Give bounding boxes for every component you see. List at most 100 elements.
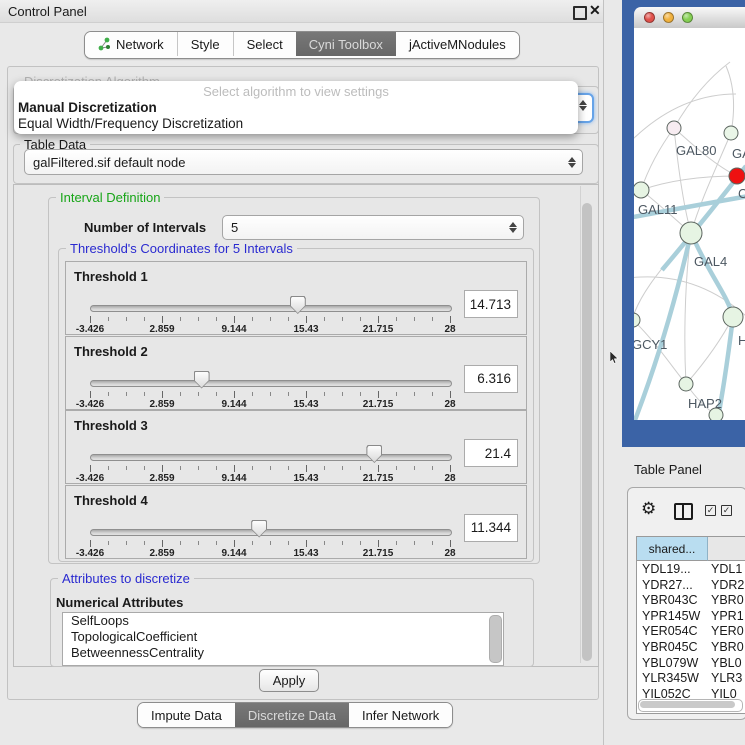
network-node[interactable] (667, 121, 681, 135)
threshold-value-field[interactable]: 6.316 (464, 365, 518, 393)
table-data-combobox[interactable]: galFiltered.sif default node (24, 149, 583, 175)
thresholds-groupbox: Threshold 1 -3.426 2.859 9.144 15.43 21.715 2… (58, 248, 534, 562)
list-scrollbar-thumb[interactable] (489, 615, 502, 663)
table-row[interactable]: YBR045CYBR0 (637, 639, 745, 655)
settings-scrollbar-thumb[interactable] (582, 203, 592, 661)
tab-impute-data[interactable]: Impute Data (138, 703, 235, 727)
tick-label: 2.859 (149, 548, 174, 559)
column-header-name[interactable]: n... (708, 537, 745, 561)
checkbox-icon[interactable]: ✓ (705, 505, 716, 516)
tick-label: 21.715 (363, 473, 394, 484)
cell-shared-name: YBL079W (642, 656, 698, 670)
column-selector-icon[interactable] (674, 503, 693, 520)
apply-button[interactable]: Apply (259, 669, 319, 692)
network-node[interactable] (723, 307, 743, 327)
tick-label: 15.43 (293, 399, 318, 410)
threshold-panel: Threshold 3 -3.4262.8599.14415.4321.7152… (65, 410, 527, 484)
network-view-canvas[interactable]: GAL80GACGAL11GAL4GCY1HHAP2 (634, 28, 745, 420)
cell-name: YBR0 (711, 640, 744, 654)
slider-track[interactable] (90, 305, 452, 312)
network-window-titlebar (634, 7, 745, 29)
bottom-tabbar: Impute Data Discretize Data Infer Network (137, 702, 453, 728)
cell-name: YDR2 (711, 578, 744, 592)
attribute-list-item[interactable]: SelfLoops (63, 613, 503, 629)
cell-shared-name: YDR27... (642, 578, 693, 592)
cell-name: YDL1 (711, 562, 742, 576)
node-attribute-table: shared... n... YDL19...YDL1YDR27...YDR2Y… (636, 536, 745, 714)
algorithm-dropdown-popup: Select algorithm to view settings Manual… (14, 81, 578, 134)
threshold-label: Threshold 1 (74, 269, 148, 284)
table-row[interactable]: YER054CYER0 (637, 623, 745, 639)
numerical-attributes-list[interactable]: SelfLoopsTopologicalCoefficientBetweenne… (62, 612, 504, 666)
tab-select[interactable]: Select (233, 32, 296, 56)
table-row[interactable]: YDL19...YDL1 (637, 561, 745, 577)
network-edge[interactable] (726, 66, 734, 133)
threshold-value-field[interactable]: 14.713 (464, 290, 518, 318)
tab-discretize-data[interactable]: Discretize Data (235, 703, 349, 727)
table-hscrollbar-thumb[interactable] (640, 701, 735, 708)
network-node[interactable] (634, 313, 640, 327)
tab-label: Discretize Data (248, 708, 336, 723)
attribute-list-item[interactable]: TopologicalCoefficient (63, 629, 503, 645)
mac-minimize-button[interactable] (663, 12, 674, 23)
network-edge[interactable] (641, 128, 674, 190)
tick-label: 21.715 (363, 399, 394, 410)
threshold-label: Threshold 3 (74, 418, 148, 433)
threshold-label: Threshold 4 (74, 493, 148, 508)
table-settings-gear-icon[interactable]: ⚙ (641, 499, 656, 519)
cell-name: YPR1 (711, 609, 744, 623)
algorithm-prompt-item: Select algorithm to view settings (14, 84, 578, 99)
table-row[interactable]: YBL079WYBL0 (637, 655, 745, 671)
cell-name: YBR0 (711, 593, 744, 607)
table-row[interactable]: YBR043CYBR0 (637, 592, 745, 608)
tick-label: -3.426 (76, 548, 104, 559)
control-panel-tabbar: Network StyleSelect Cyni Toolbox jActiveMNo… (84, 31, 520, 59)
network-edge[interactable] (691, 233, 733, 317)
checkbox-icon[interactable]: ✓ (721, 505, 732, 516)
tick-label: 9.144 (221, 324, 246, 335)
network-node[interactable] (680, 222, 702, 244)
tick-label: 2.859 (149, 473, 174, 484)
table-row[interactable]: YLR345WYLR3 (637, 670, 745, 686)
table-row[interactable]: YPR145WYPR1 (637, 608, 745, 624)
tab-label: Network (116, 37, 164, 52)
tab-label: Cyni Toolbox (309, 37, 383, 52)
network-node-label: C (738, 186, 745, 201)
mac-zoom-button[interactable] (682, 12, 693, 23)
tick-label: 21.715 (363, 324, 394, 335)
slider-track[interactable] (90, 529, 452, 536)
attribute-list-item[interactable]: BetweennessCentrality (63, 645, 503, 661)
num-intervals-combobox[interactable]: 5 (222, 215, 524, 240)
network-edge[interactable] (634, 233, 691, 420)
dropdown-option-equal-width-frequency[interactable]: Equal Width/Frequency Discretization (18, 116, 243, 131)
numerical-attributes-label: Numerical Attributes (56, 595, 183, 610)
tab-infer-network[interactable]: Infer Network (349, 703, 452, 727)
mac-close-button[interactable] (644, 12, 655, 23)
float-window-button[interactable] (573, 6, 587, 20)
tab-jactivemnodules[interactable]: jActiveMNodules (396, 32, 519, 56)
tick-label: 28 (444, 473, 455, 484)
dropdown-option-manual-discretization[interactable]: Manual Discretization (18, 100, 157, 115)
network-node[interactable] (724, 126, 738, 140)
tab-network[interactable]: Network (85, 32, 177, 56)
tick-label: 9.144 (221, 473, 246, 484)
network-node[interactable] (679, 377, 693, 391)
tick-label: 28 (444, 399, 455, 410)
control-panel: Control Panel ✕ Network StyleSelect Cyni T… (0, 0, 604, 745)
threshold-value-field[interactable]: 11.344 (464, 514, 518, 542)
column-header-shared-name[interactable]: shared... (637, 537, 708, 561)
network-node[interactable] (729, 168, 745, 184)
interval-definition-label: Interval Definition (56, 190, 164, 205)
control-panel-titlebar: Control Panel ✕ (0, 0, 603, 23)
tab-cyni-toolbox[interactable]: Cyni Toolbox (296, 32, 396, 56)
tick-label: 15.43 (293, 324, 318, 335)
slider-track[interactable] (90, 454, 452, 461)
slider-track[interactable] (90, 380, 452, 387)
table-hscrollbar-track[interactable] (638, 699, 743, 712)
close-panel-button[interactable]: ✕ (589, 2, 601, 19)
table-row[interactable]: YDR27... YDR2 (637, 577, 745, 593)
tab-style[interactable]: Style (177, 32, 233, 56)
network-edge[interactable] (641, 176, 737, 190)
threshold-value-field[interactable]: 21.4 (464, 439, 518, 467)
network-node[interactable] (634, 182, 649, 198)
